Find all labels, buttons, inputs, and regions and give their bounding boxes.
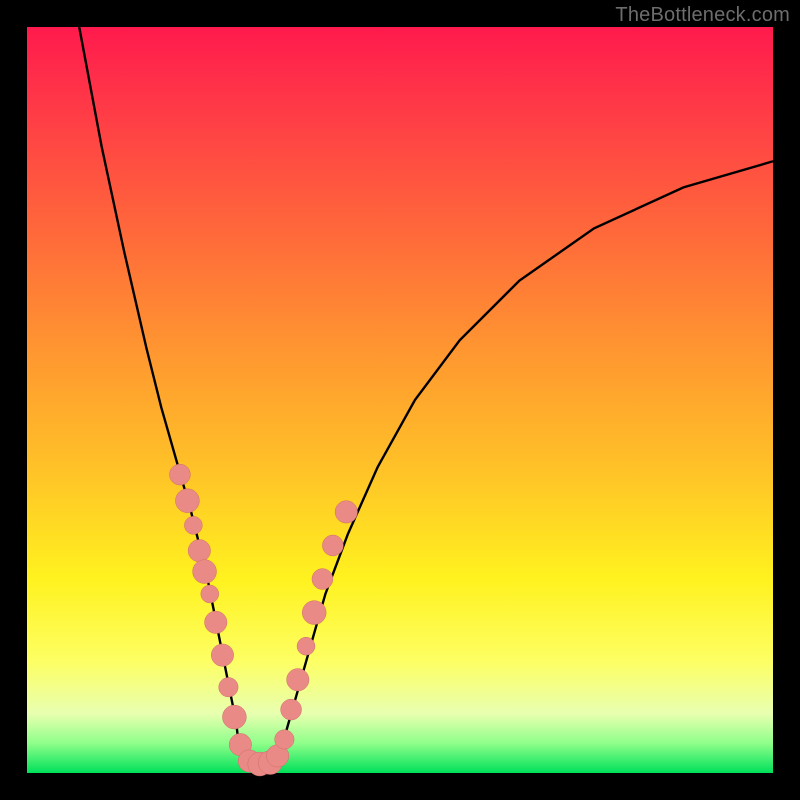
scatter-dot (193, 560, 217, 584)
scatter-dot (302, 601, 326, 625)
scatter-dot (312, 569, 333, 590)
curve-right (281, 161, 773, 750)
scatter-dot (205, 611, 227, 633)
chart-frame: TheBottleneck.com (0, 0, 800, 800)
watermark-text: TheBottleneck.com (615, 4, 790, 27)
scatter-dot (211, 644, 233, 666)
scatter-dot (222, 705, 246, 729)
plot-area (27, 27, 773, 773)
scatter-dot (184, 516, 202, 534)
scatter-dot (287, 669, 309, 691)
scatter-dot (201, 585, 219, 603)
scatter-dot (188, 540, 210, 562)
scatter-dot (335, 501, 357, 523)
scatter-dot (169, 464, 190, 485)
scatter-dot (297, 637, 315, 655)
scatter-dot (219, 678, 238, 697)
curve-layer (27, 27, 773, 773)
scatter-dot (322, 535, 343, 556)
scatter-dot (275, 730, 294, 749)
scatter-dot (281, 699, 302, 720)
scatter-dots (169, 464, 357, 776)
curve-left (79, 27, 239, 751)
scatter-dot (175, 489, 199, 513)
